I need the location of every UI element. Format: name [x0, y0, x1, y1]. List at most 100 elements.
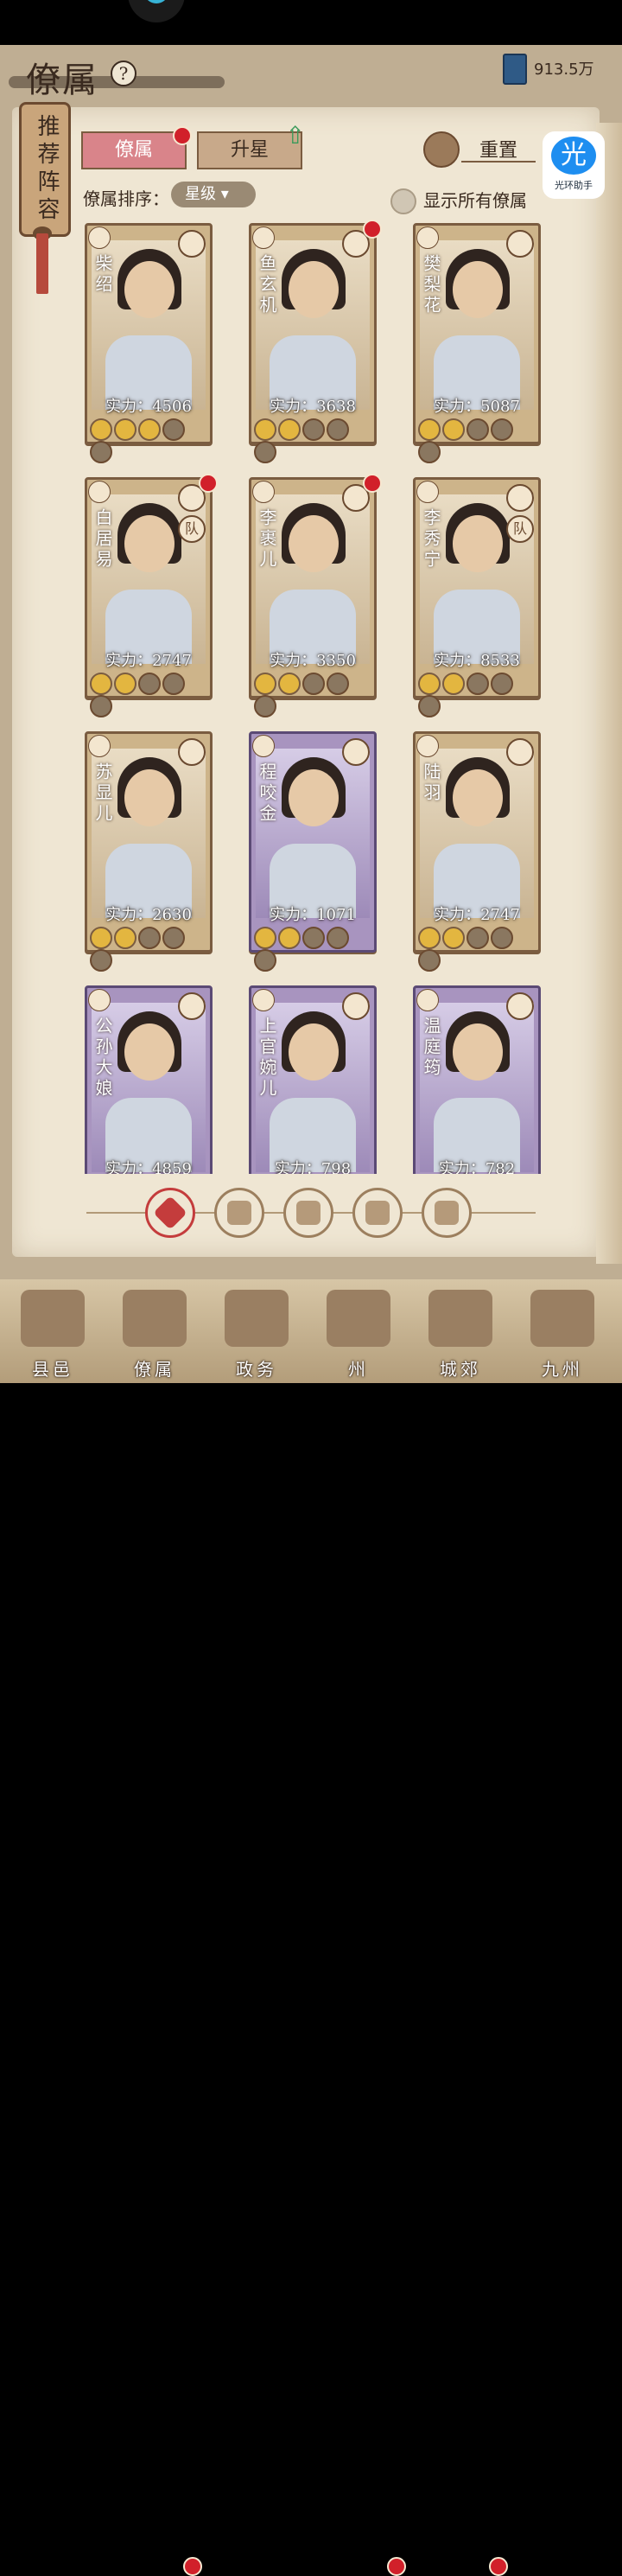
moon-star-empty-icon: [138, 673, 161, 695]
filter-class-2-button[interactable]: [283, 1188, 333, 1238]
book-currency-icon: [503, 54, 527, 85]
nav-suburbs[interactable]: 城郊: [409, 1279, 511, 1383]
show-all-radio[interactable]: [390, 188, 416, 214]
moon-star-empty-icon: [418, 695, 441, 717]
retainers-scroll-icon: [123, 1290, 187, 1347]
retainer-card[interactable]: 李裹儿 实力：3350: [249, 477, 377, 717]
nav-suburbs-red-dot: [489, 2557, 508, 2576]
portrait-head: [289, 769, 339, 826]
retainer-card[interactable]: 队 白居易 实力：2747: [85, 477, 213, 717]
tab-retainers-red-dot: [173, 126, 192, 145]
nav-nine-provinces[interactable]: 九州: [511, 1279, 613, 1383]
moon-star-filled-icon: [278, 927, 301, 949]
nav-affairs[interactable]: 政务: [206, 1279, 308, 1383]
retainer-name: 柴绍: [92, 254, 113, 296]
star-rating: [90, 927, 207, 972]
nav-retainers-red-dot: [183, 2557, 202, 2576]
star-rating: [418, 418, 536, 463]
class-icon: [252, 226, 275, 249]
moon-star-filled-icon: [90, 927, 112, 949]
currency-display: 913.5万: [499, 52, 608, 85]
portrait-head: [453, 261, 503, 318]
reset-label: 重置: [461, 135, 536, 163]
retainer-card[interactable]: 队 李秀宁 实力：8533: [413, 477, 541, 717]
reset-button[interactable]: 重置: [423, 131, 544, 168]
trait-icon: [178, 992, 206, 1020]
retainer-card[interactable]: 樊梨花 实力：5087: [413, 223, 541, 463]
trait-icon: [342, 992, 370, 1020]
moon-star-empty-icon: [302, 418, 325, 441]
moon-star-empty-icon: [90, 441, 112, 463]
bubble-icon: [145, 0, 168, 3]
retainer-card[interactable]: 温庭筠 实力：782: [413, 985, 541, 1174]
moon-star-filled-icon: [442, 673, 465, 695]
class-icon: [88, 226, 111, 249]
star-rating: [418, 673, 536, 717]
retainer-power: 实力：4506: [105, 398, 192, 416]
nav-prefecture[interactable]: 州: [308, 1279, 409, 1383]
moon-star-empty-icon: [302, 673, 325, 695]
moon-star-empty-icon: [466, 418, 489, 441]
star-rating: [254, 927, 371, 972]
moon-star-empty-icon: [327, 418, 349, 441]
portrait-head: [124, 769, 175, 826]
moon-star-filled-icon: [114, 927, 136, 949]
class-icon: [416, 481, 439, 503]
filter-all-button[interactable]: [145, 1188, 195, 1238]
moon-star-filled-icon: [90, 418, 112, 441]
retainer-power: 实力：5087: [434, 398, 520, 416]
suburbs-garden-icon: [428, 1290, 492, 1347]
show-all-label: 显示所有僚属: [423, 190, 527, 211]
moon-star-filled-icon: [278, 418, 301, 441]
retainer-name: 李秀宁: [421, 508, 441, 571]
retainer-card[interactable]: 公孙大娘 实力：4859: [85, 985, 213, 1174]
moon-star-empty-icon: [491, 418, 513, 441]
trait-icon: [506, 484, 534, 512]
tab-retainers[interactable]: 僚属: [81, 131, 187, 169]
recommended-lineup-tag[interactable]: 推荐阵容: [19, 102, 71, 237]
retainer-card[interactable]: 程咬金 实力：1071: [249, 731, 377, 972]
moon-star-filled-icon: [138, 418, 161, 441]
retainer-card[interactable]: 鱼玄机 实力：3638: [249, 223, 377, 463]
nav-suburbs-label: 城郊: [440, 1359, 481, 1380]
filter-class-1-button[interactable]: [214, 1188, 264, 1238]
trait-icon: [506, 992, 534, 1020]
retainer-power: 实力：782: [438, 1160, 516, 1174]
page-title: 僚属: [26, 61, 98, 100]
moon-star-filled-icon: [254, 673, 276, 695]
portrait-head: [124, 515, 175, 572]
sort-dropdown[interactable]: 星级 ▾: [171, 182, 256, 207]
nav-county[interactable]: 县邑: [2, 1279, 104, 1383]
card-red-dot: [363, 474, 382, 493]
nav-retainers[interactable]: 僚属: [104, 1279, 206, 1383]
moon-star-filled-icon: [418, 927, 441, 949]
moon-star-filled-icon: [114, 673, 136, 695]
filter-class-3-button[interactable]: [352, 1188, 403, 1238]
trait-icon: [342, 738, 370, 766]
helper-overlay-button[interactable]: 光 光环助手: [543, 131, 605, 199]
moon-star-filled-icon: [114, 418, 136, 441]
retainer-card[interactable]: 柴绍实力：4506: [85, 223, 213, 463]
retainer-card[interactable]: 陆羽 实力：2747: [413, 731, 541, 972]
page-edge: [596, 123, 622, 1264]
nav-prefecture-red-dot: [387, 2557, 406, 2576]
portrait-head: [453, 515, 503, 572]
moon-star-empty-icon: [138, 927, 161, 949]
retainer-card[interactable]: 上官婉儿 实力：798: [249, 985, 377, 1174]
moon-star-filled-icon: [278, 673, 301, 695]
star-rating: [90, 418, 207, 463]
filter-class-4-button[interactable]: [422, 1188, 472, 1238]
moon-star-empty-icon: [254, 695, 276, 717]
class-icon: [252, 481, 275, 503]
moon-star-empty-icon: [466, 673, 489, 695]
help-icon[interactable]: ?: [111, 61, 136, 86]
retainer-card[interactable]: 苏显儿 实力：2630: [85, 731, 213, 972]
upgrade-arrow-icon: ⇧: [285, 121, 306, 150]
moon-star-filled-icon: [254, 927, 276, 949]
retainer-power: 实力：2747: [434, 906, 520, 924]
floating-bubble[interactable]: [128, 0, 185, 22]
retainer-power: 实力：798: [274, 1160, 352, 1174]
nav-prefecture-label: 州: [348, 1359, 369, 1380]
currency-value: 913.5万: [534, 61, 594, 79]
filter-class-2-icon: [296, 1201, 321, 1225]
